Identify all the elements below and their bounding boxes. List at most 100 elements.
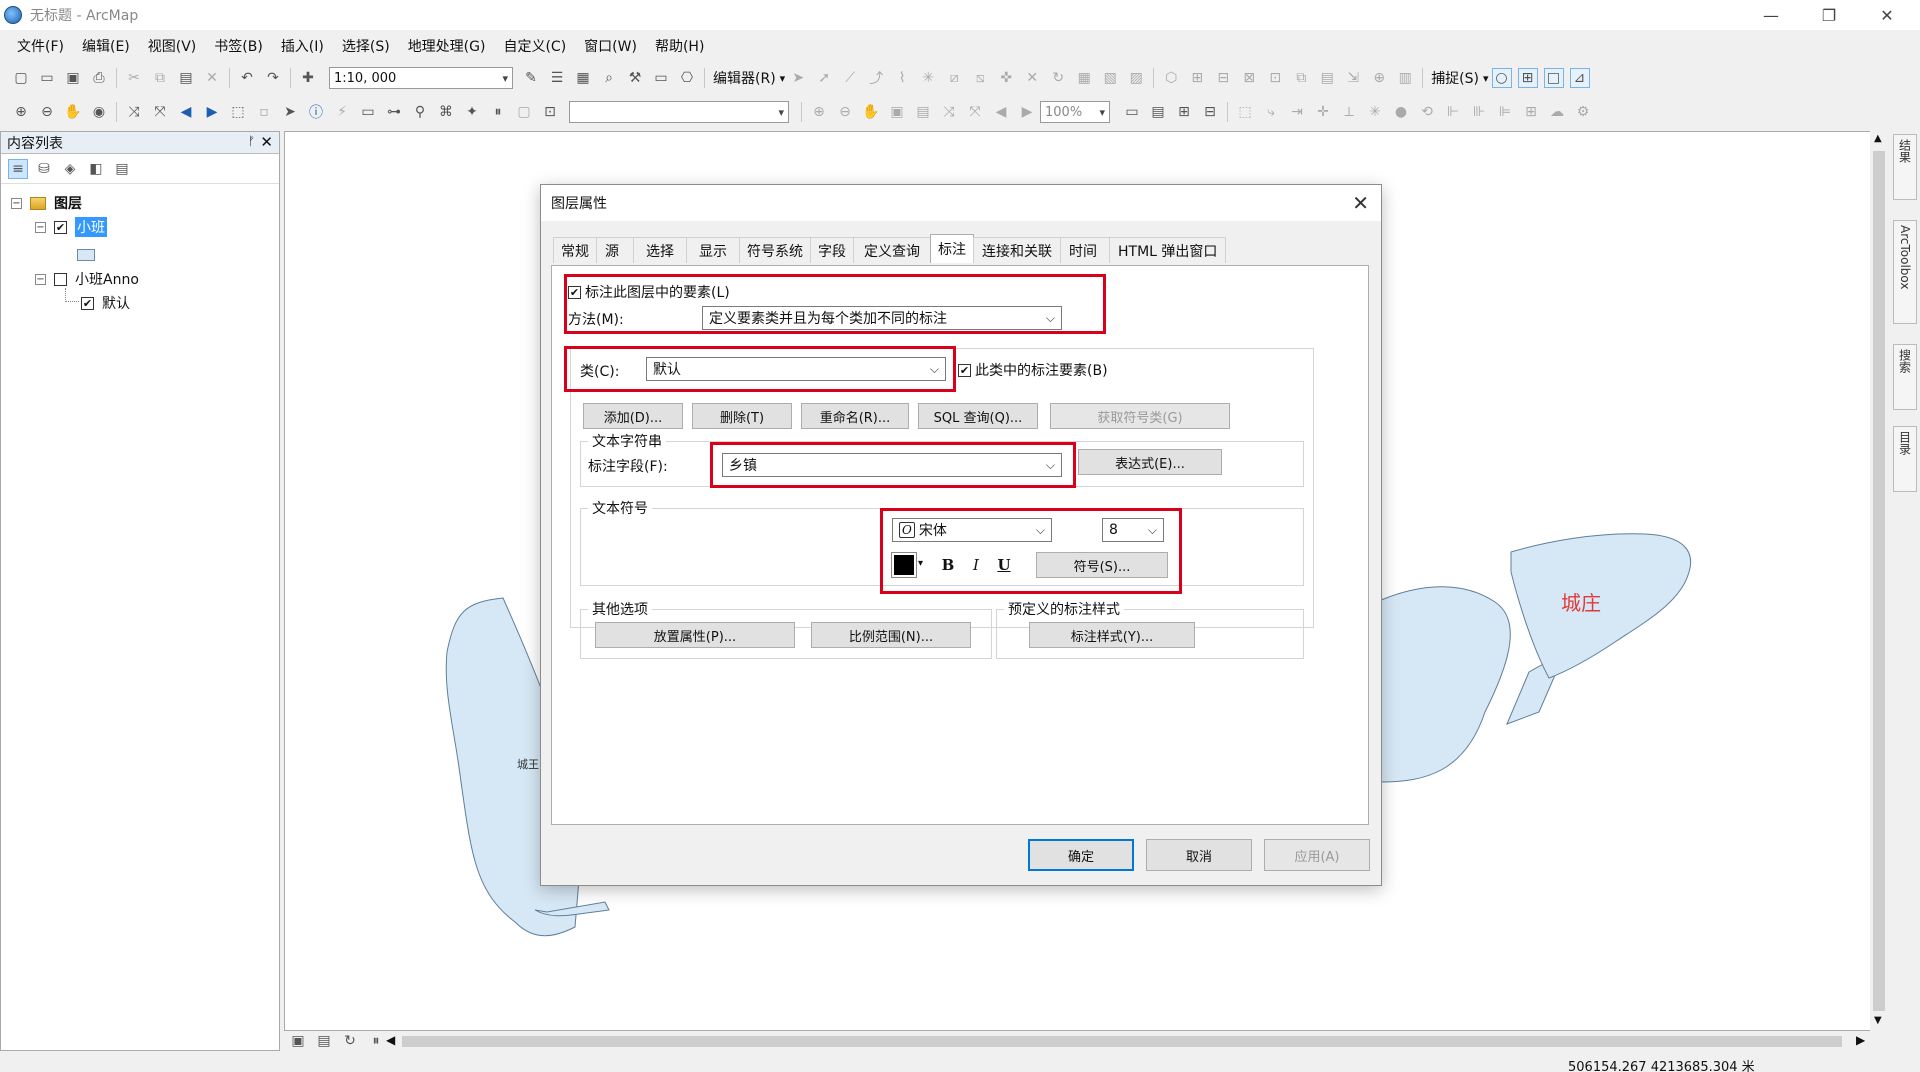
polygon-symbol-swatch[interactable] bbox=[77, 249, 95, 261]
data-driven-pages-icon[interactable]: ⊟ bbox=[1200, 102, 1220, 122]
open-folder-icon[interactable]: ▭ bbox=[37, 68, 57, 88]
vertex-snapping-icon[interactable]: □ bbox=[1543, 68, 1564, 88]
sql-query-button[interactable]: SQL 查询(Q)... bbox=[918, 403, 1038, 429]
print-icon[interactable]: ⎙ bbox=[89, 68, 109, 88]
scale-range-button[interactable]: 比例范围(N)... bbox=[811, 622, 971, 648]
model-builder-icon[interactable]: ⎔ bbox=[677, 68, 697, 88]
grid-icon[interactable]: ⊞ bbox=[1521, 102, 1541, 122]
label-class-features-checkbox[interactable]: ✔ bbox=[958, 363, 971, 377]
edge-snapping-icon[interactable]: ⊿ bbox=[1569, 68, 1590, 88]
annotation-class-checkbox[interactable]: ✔ bbox=[81, 296, 94, 310]
viewer-window-icon[interactable]: ⊡ bbox=[540, 102, 560, 122]
close-icon[interactable]: ✕ bbox=[260, 133, 273, 151]
layout-pan-icon[interactable]: ✋ bbox=[861, 102, 881, 122]
edit-vertices-icon[interactable]: ⧄ bbox=[944, 68, 964, 88]
delete-class-button[interactable]: 删除(T) bbox=[692, 403, 792, 429]
edit-annotation-icon[interactable]: ➚ bbox=[814, 68, 834, 88]
layout-zoom-out-icon[interactable]: ⊖ bbox=[835, 102, 855, 122]
georeference-icon[interactable]: ⊞ bbox=[1187, 68, 1207, 88]
paste-icon[interactable]: ▤ bbox=[176, 68, 196, 88]
search-window-icon[interactable]: ⌕ bbox=[599, 68, 619, 88]
scroll-down-icon[interactable]: ▼ bbox=[1874, 1015, 1882, 1026]
reshape-icon[interactable]: ⧅ bbox=[970, 68, 990, 88]
zoom-out-icon[interactable]: ⊖ bbox=[37, 102, 57, 122]
scroll-up-icon[interactable]: ▲ bbox=[1874, 133, 1882, 144]
change-layout-icon[interactable]: ⊞ bbox=[1174, 102, 1194, 122]
undo-icon[interactable]: ↶ bbox=[237, 68, 257, 88]
end-point-arc-icon[interactable]: ⤴ bbox=[866, 68, 886, 88]
align-right-icon[interactable]: ⊫ bbox=[1495, 102, 1515, 122]
redo-icon[interactable]: ↷ bbox=[263, 68, 283, 88]
refresh-icon[interactable]: ↻ bbox=[340, 1031, 360, 1051]
layout-icon[interactable]: ▤ bbox=[1317, 68, 1337, 88]
nudge-icon[interactable]: ⇲ bbox=[1343, 68, 1363, 88]
layout-zoom-combo[interactable]: 100% ▾ bbox=[1040, 101, 1110, 123]
distribute-icon[interactable]: ⊠ bbox=[1239, 68, 1259, 88]
sketch-properties-icon[interactable]: ▧ bbox=[1100, 68, 1120, 88]
group-icon[interactable]: ⊡ bbox=[1265, 68, 1285, 88]
table-of-contents-icon[interactable]: ☰ bbox=[547, 68, 567, 88]
menu-help[interactable]: 帮助(H) bbox=[646, 36, 713, 56]
tab-time[interactable]: 时间 bbox=[1060, 237, 1110, 263]
add-class-button[interactable]: 添加(D)... bbox=[583, 403, 683, 429]
map-scale-combo[interactable]: 1:10, 000 ▾ bbox=[329, 67, 513, 89]
layout-fixed-zoom-out-icon[interactable]: ⤧ bbox=[965, 102, 985, 122]
editor-toolbar-icon[interactable]: ✎ bbox=[521, 68, 541, 88]
cut-icon[interactable]: ✂ bbox=[124, 68, 144, 88]
draw-curve-icon[interactable]: ⤷ bbox=[1261, 102, 1281, 122]
tree-row-anno-default[interactable]: ✔ 默认 bbox=[81, 292, 130, 314]
tab-joins-relates[interactable]: 连接和关联 bbox=[973, 237, 1061, 263]
straight-segment-icon[interactable]: ⟋ bbox=[840, 68, 860, 88]
collapse-icon[interactable]: − bbox=[11, 197, 22, 209]
back-arrow-icon[interactable]: ◀ bbox=[176, 102, 196, 122]
zoom-whole-page-icon[interactable]: ▣ bbox=[887, 102, 907, 122]
measure-icon[interactable]: ⊶ bbox=[384, 102, 404, 122]
point-icon[interactable]: ✳ bbox=[918, 68, 938, 88]
pan-icon[interactable]: ✋ bbox=[63, 102, 83, 122]
toggle-draft-mode-icon[interactable]: ▭ bbox=[1122, 102, 1142, 122]
map-horizontal-scrollbar[interactable]: ▣ ▤ ↻ ⏸ ◀ ▶ bbox=[284, 1032, 1870, 1050]
align-center-icon[interactable]: ⊪ bbox=[1469, 102, 1489, 122]
order-icon[interactable]: ⧉ bbox=[1291, 68, 1311, 88]
clear-selection-icon[interactable]: ▫ bbox=[254, 102, 274, 122]
menu-geoprocessing[interactable]: 地理处理(G) bbox=[399, 36, 495, 56]
list-by-visibility-icon[interactable]: ◈ bbox=[60, 159, 80, 179]
time-slider-icon[interactable]: ⏸ bbox=[488, 102, 508, 122]
create-viewer-icon[interactable]: ▢ bbox=[514, 102, 534, 122]
menu-customize[interactable]: 自定义(C) bbox=[494, 36, 575, 56]
map-polygon-middle[interactable] bbox=[1380, 586, 1511, 783]
menu-windows[interactable]: 窗口(W) bbox=[575, 36, 646, 56]
list-by-drawing-order-icon[interactable]: ≡ bbox=[8, 158, 28, 179]
tab-html-popup[interactable]: HTML 弹出窗口 bbox=[1109, 237, 1227, 263]
placement-properties-button[interactable]: 放置属性(P)... bbox=[595, 622, 795, 648]
menu-selection[interactable]: 选择(S) bbox=[333, 36, 399, 56]
rotate-frame-icon[interactable]: ⟲ bbox=[1417, 102, 1437, 122]
select-features-icon[interactable]: ⬚ bbox=[228, 102, 248, 122]
label-styles-button[interactable]: 标注样式(Y)... bbox=[1029, 622, 1195, 648]
pin-icon[interactable]: ᚠ bbox=[248, 134, 255, 148]
layout-fixed-zoom-in-icon[interactable]: ⤨ bbox=[939, 102, 959, 122]
restore-button[interactable]: ❐ bbox=[1800, 0, 1858, 30]
forward-arrow-icon[interactable]: ▶ bbox=[202, 102, 222, 122]
copy-icon[interactable]: ⧉ bbox=[150, 68, 170, 88]
catalog-icon[interactable]: ▦ bbox=[573, 68, 593, 88]
get-symbol-classes-button[interactable]: 获取符号类(G) bbox=[1050, 403, 1230, 429]
options-icon[interactable]: ▤ bbox=[112, 159, 132, 179]
scroll-right-icon[interactable]: ▶ bbox=[1856, 1033, 1865, 1047]
layout-forward-icon[interactable]: ▶ bbox=[1017, 102, 1037, 122]
data-view-icon[interactable]: ▤ bbox=[314, 1031, 334, 1051]
zoom-100-icon[interactable]: ▤ bbox=[913, 102, 933, 122]
label-class-features-row[interactable]: ✔ 此类中的标注要素(B) bbox=[958, 360, 1108, 380]
create-features-icon[interactable]: ▨ bbox=[1126, 68, 1146, 88]
menu-edit[interactable]: 编辑(E) bbox=[73, 36, 139, 56]
menu-insert[interactable]: 插入(I) bbox=[272, 36, 333, 56]
topology-icon[interactable]: ⬡ bbox=[1161, 68, 1181, 88]
collapse-icon[interactable]: − bbox=[35, 273, 46, 285]
select-elements-icon[interactable]: ➤ bbox=[280, 102, 300, 122]
arctoolbox-icon[interactable]: ⚒ bbox=[625, 68, 645, 88]
find-icon[interactable]: ⚲ bbox=[410, 102, 430, 122]
menu-file[interactable]: 文件(F) bbox=[8, 36, 73, 56]
tab-display[interactable]: 显示 bbox=[686, 237, 740, 263]
snap-icon[interactable]: ⊕ bbox=[1369, 68, 1389, 88]
map-vertical-scrollbar[interactable]: ▲ ▼ bbox=[1870, 131, 1888, 1031]
